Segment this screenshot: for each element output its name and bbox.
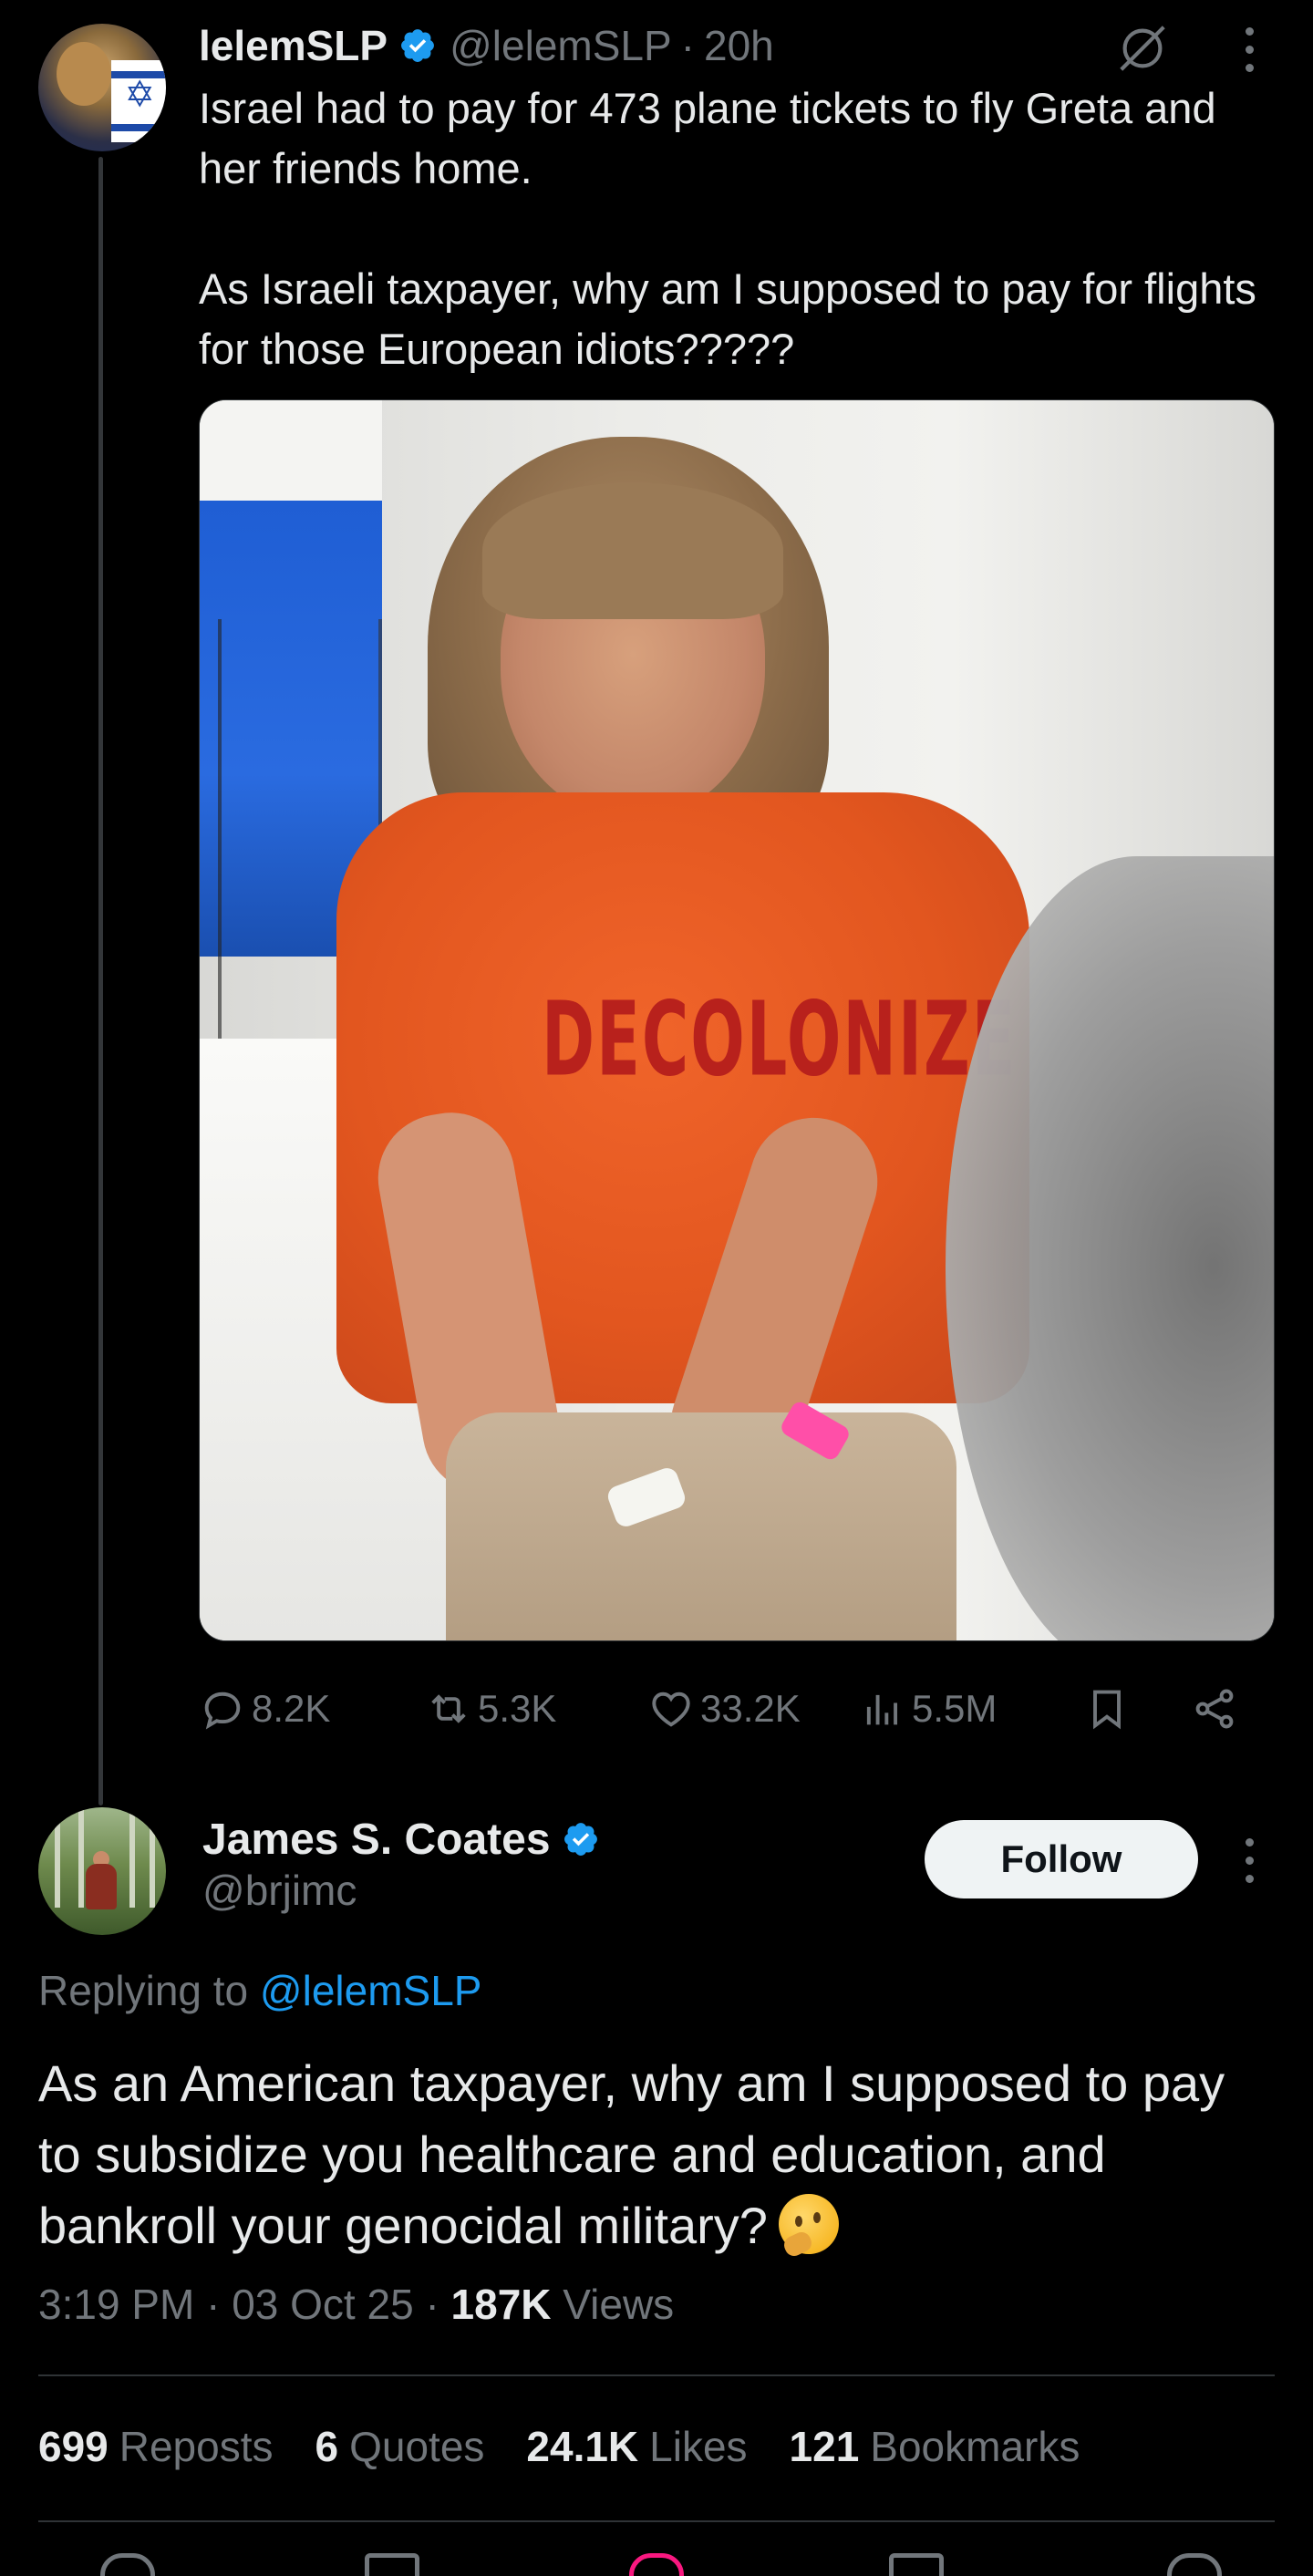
verified-icon bbox=[401, 29, 435, 62]
separator: · bbox=[680, 22, 695, 69]
repost-icon bbox=[431, 1694, 466, 1723]
repost-icon[interactable] bbox=[365, 2553, 419, 2576]
tweet-time[interactable]: 3:19 PM bbox=[38, 2281, 194, 2328]
follow-button[interactable]: Follow bbox=[925, 1820, 1198, 1898]
stat-label: Reposts bbox=[119, 2423, 274, 2470]
thread-line bbox=[98, 157, 103, 1805]
stat-count: 24.1K bbox=[526, 2423, 639, 2470]
verified-icon bbox=[563, 1823, 597, 1856]
tweet-stats: 699 Reposts 6 Quotes 24.1K Likes 121 Bookmar… bbox=[38, 2422, 1122, 2471]
thinking-face-emoji bbox=[778, 2194, 839, 2254]
shirt-print-text: DECOLONIZE bbox=[542, 979, 1018, 1100]
views-count: 5.5M bbox=[912, 1687, 998, 1730]
stat-quotes[interactable]: 6 Quotes bbox=[315, 2422, 485, 2471]
handle[interactable]: @brjimc bbox=[202, 1866, 357, 1915]
image-bangs bbox=[482, 482, 783, 619]
stat-reposts[interactable]: 699 Reposts bbox=[38, 2422, 274, 2471]
bottom-action-bar bbox=[0, 2553, 1313, 2576]
display-name[interactable]: lelemSLP bbox=[199, 21, 388, 70]
reply-icon bbox=[204, 1691, 241, 1730]
repost-count: 5.3K bbox=[478, 1687, 557, 1730]
reply-text-body: As an American taxpayer, why am I suppos… bbox=[38, 2054, 1225, 2254]
avatar-person bbox=[86, 1864, 117, 1909]
avatar-tree bbox=[55, 1807, 60, 1908]
star-of-david-icon: ✡ bbox=[124, 75, 155, 115]
replying-to-mention[interactable]: @lelemSLP bbox=[260, 1967, 482, 2014]
stat-likes[interactable]: 24.1K Likes bbox=[526, 2422, 747, 2471]
like-count: 33.2K bbox=[700, 1687, 801, 1730]
display-name[interactable]: James S. Coates bbox=[202, 1815, 551, 1865]
stat-count: 6 bbox=[315, 2423, 339, 2470]
share-button[interactable] bbox=[1191, 1672, 1238, 1745]
avatar-tree bbox=[78, 1807, 84, 1908]
handle[interactable]: @lelemSLP bbox=[450, 21, 672, 70]
replying-to: Replying to @lelemSLP bbox=[38, 1966, 482, 2015]
reply-count: 8.2K bbox=[252, 1687, 331, 1730]
replying-to-prefix: Replying to bbox=[38, 1967, 249, 2014]
avatar-tree bbox=[150, 1807, 155, 1908]
divider bbox=[38, 2374, 1275, 2376]
avatar-lelemslp[interactable]: ✡ bbox=[38, 24, 166, 151]
stat-count: 699 bbox=[38, 2423, 109, 2470]
share-icon bbox=[1195, 1689, 1234, 1729]
tweet-image[interactable]: DECOLONIZE bbox=[199, 399, 1275, 1641]
like-icon[interactable] bbox=[629, 2553, 684, 2576]
image-pants bbox=[446, 1412, 956, 1640]
share-icon[interactable] bbox=[1167, 2553, 1222, 2576]
bookmark-icon[interactable] bbox=[889, 2553, 944, 2576]
stat-bookmarks[interactable]: 121 Bookmarks bbox=[790, 2422, 1080, 2471]
grok-icon[interactable] bbox=[1114, 20, 1171, 77]
bookmark-button[interactable] bbox=[1083, 1672, 1131, 1745]
avatar-face bbox=[57, 42, 111, 106]
stat-label: Quotes bbox=[349, 2423, 485, 2470]
meta-separator: · bbox=[206, 2281, 221, 2328]
tweet-meta: 3:19 PM · 03 Oct 25 · 187K Views bbox=[38, 2280, 674, 2329]
views-count: 187K bbox=[450, 2281, 552, 2328]
tweet-date[interactable]: 03 Oct 25 bbox=[232, 2281, 413, 2328]
avatar-brjimc[interactable] bbox=[38, 1807, 166, 1935]
like-icon bbox=[652, 1691, 690, 1727]
stat-label: Bookmarks bbox=[870, 2423, 1080, 2470]
reply-tweet-text: As an American taxpayer, why am I suppos… bbox=[38, 2048, 1278, 2261]
bookmark-icon bbox=[1093, 1690, 1121, 1730]
reply-tweet-header: James S. Coates bbox=[202, 1811, 600, 1867]
views-label: Views bbox=[563, 2281, 675, 2328]
reply-button[interactable]: 8.2K bbox=[199, 1672, 330, 1745]
original-tweet-header: lelemSLP @lelemSLP · 20h bbox=[199, 18, 774, 73]
divider bbox=[38, 2520, 1275, 2522]
repost-button[interactable]: 5.3K bbox=[425, 1672, 556, 1745]
more-icon[interactable] bbox=[1240, 1833, 1258, 1888]
more-icon[interactable] bbox=[1240, 22, 1258, 77]
tweet-actions: 8.2K 5.3K 33.2K 5.5M bbox=[199, 1672, 1275, 1745]
reply-icon[interactable] bbox=[100, 2553, 155, 2576]
views-icon bbox=[866, 1694, 898, 1725]
avatar-tree bbox=[129, 1807, 135, 1908]
stat-count: 121 bbox=[789, 2423, 860, 2470]
image-post bbox=[200, 400, 382, 510]
like-button[interactable]: 33.2K bbox=[647, 1672, 801, 1745]
meta-separator: · bbox=[425, 2281, 439, 2328]
tweet-text: Israel had to pay for 473 plane tickets … bbox=[199, 84, 1256, 373]
stat-label: Likes bbox=[649, 2423, 748, 2470]
timestamp[interactable]: 20h bbox=[704, 21, 774, 70]
views-button[interactable]: 5.5M bbox=[859, 1672, 997, 1745]
